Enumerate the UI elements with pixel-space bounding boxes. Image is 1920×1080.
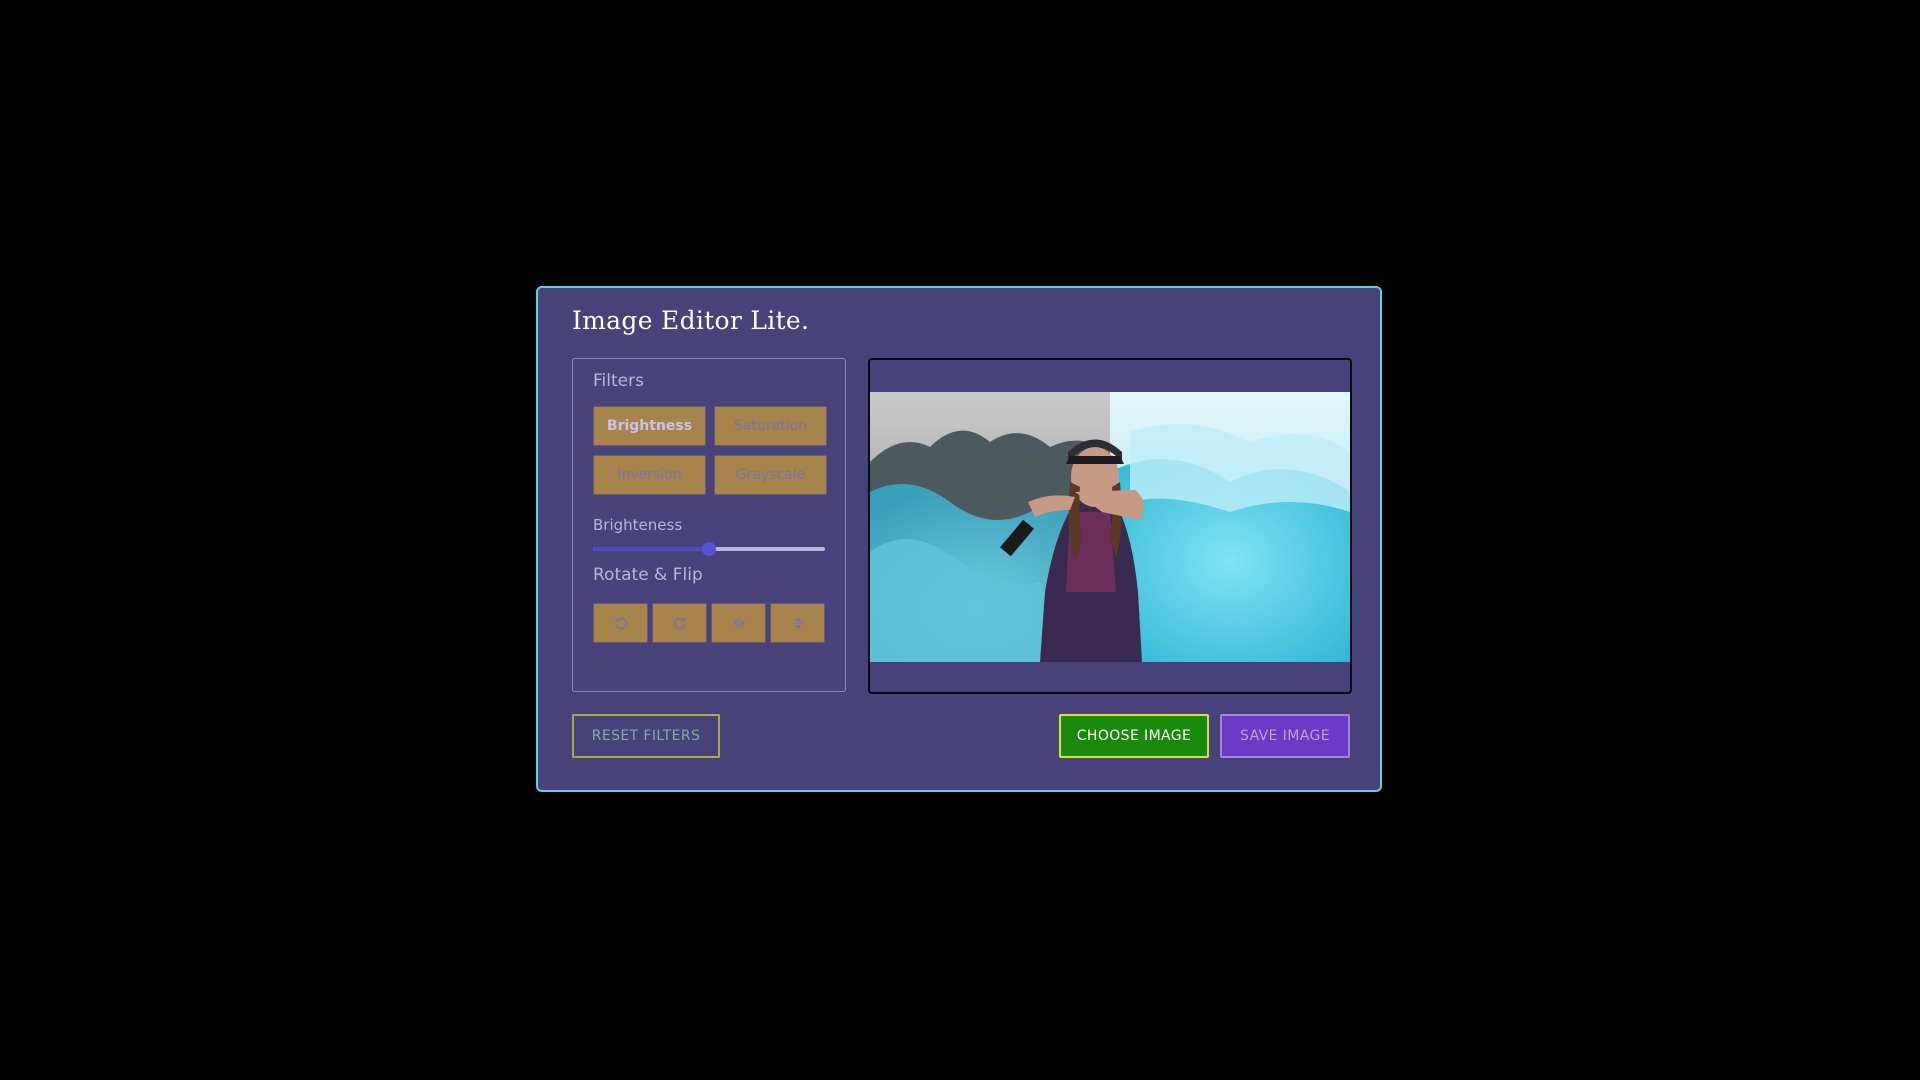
filters-heading: Filters [593, 371, 644, 391]
save-image-button[interactable]: SAVE IMAGE [1220, 714, 1350, 758]
inversion-button[interactable]: Inversion [593, 455, 706, 495]
rotate-right-button[interactable] [652, 603, 707, 643]
rotate-left-icon [613, 617, 627, 630]
slider-thumb[interactable] [702, 542, 716, 556]
flip-horizontal-icon [732, 617, 745, 629]
choose-image-button[interactable]: CHOOSE IMAGE [1059, 714, 1209, 758]
flip-vertical-button[interactable] [770, 603, 825, 643]
editor-window: Image Editor Lite. Filters Brightness Sa… [536, 286, 1382, 792]
preview-image [870, 392, 1350, 662]
app-title: Image Editor Lite. [572, 306, 810, 335]
flip-horizontal-button[interactable] [711, 603, 766, 643]
controls-panel: Filters Brightness Saturation Inversion … [572, 358, 846, 692]
rotate-flip-heading: Rotate & Flip [593, 565, 703, 585]
reset-filters-button[interactable]: RESET FILTERS [572, 714, 720, 758]
slider-fill [593, 547, 709, 551]
flip-vertical-icon [791, 617, 804, 629]
saturation-button[interactable]: Saturation [714, 406, 827, 446]
image-preview [868, 358, 1352, 694]
filter-buttons: Brightness Saturation Inversion Grayscal… [593, 406, 827, 495]
rotate-flip-buttons [593, 603, 825, 643]
grayscale-button[interactable]: Grayscale [714, 455, 827, 495]
brightness-button[interactable]: Brightness [593, 406, 706, 446]
rotate-left-button[interactable] [593, 603, 648, 643]
rotate-right-icon [673, 617, 687, 630]
filter-slider[interactable] [593, 541, 825, 557]
slider-label: Brighteness [593, 516, 683, 534]
